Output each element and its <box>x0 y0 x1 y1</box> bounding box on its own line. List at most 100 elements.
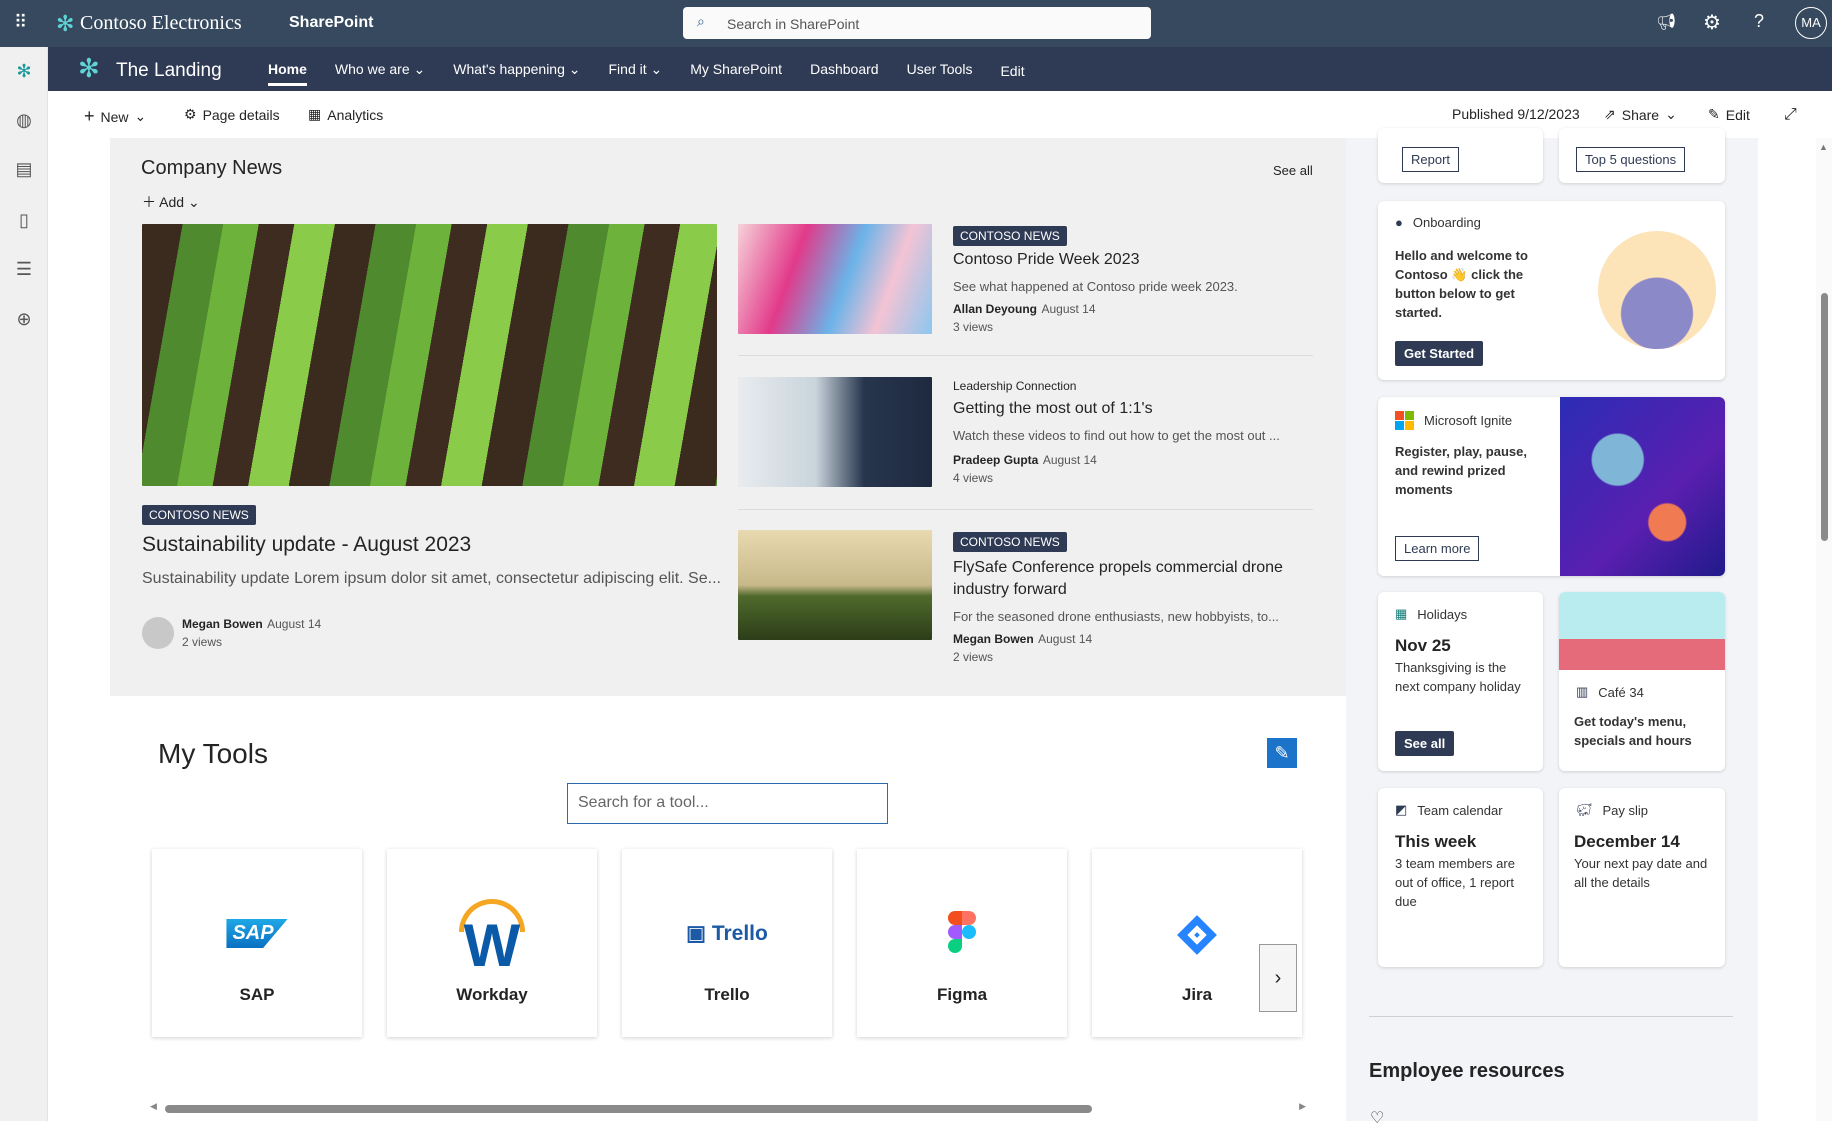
divider <box>738 355 1313 356</box>
news-views: 4 views <box>953 471 994 485</box>
tools-horizontal-scrollbar[interactable]: ◀ ▶ <box>150 1101 1306 1114</box>
pay-slip-card[interactable]: 🐖︎ Pay slip December 14 Your next pay dat… <box>1559 788 1725 967</box>
app-name[interactable]: SharePoint <box>289 14 373 32</box>
hero-news-image[interactable] <box>142 224 717 486</box>
site-logo-icon[interactable]: ✻ <box>12 59 36 83</box>
add-circle-icon[interactable]: ⊕ <box>12 307 36 331</box>
divider <box>1369 1016 1733 1017</box>
team-calendar-card[interactable]: ◩ Team calendar This week 3 team members … <box>1378 788 1543 967</box>
news-title[interactable]: FlySafe Conference propels commercial dr… <box>953 557 1323 601</box>
right-column: Report Top 5 questions ● Onboarding Hello… <box>1346 128 1758 1127</box>
onboarding-illustration <box>1598 231 1716 349</box>
app-launcher-icon[interactable]: ⠿ <box>14 12 27 33</box>
tool-card-figma[interactable]: Figma <box>857 849 1067 1037</box>
news-description: Sustainability update Lorem ipsum dolor … <box>142 570 721 587</box>
add-news-button[interactable]: ＋ Add ⌄ <box>142 192 200 212</box>
plus-icon: ＋ <box>142 194 156 210</box>
onboarding-card: ● Onboarding Hello and welcome to Contoso… <box>1378 201 1725 380</box>
page-scrollbar[interactable]: ▲ <box>1816 138 1832 1121</box>
edit-label: Edit <box>1725 106 1750 123</box>
list-icon[interactable]: ☰ <box>12 257 36 281</box>
author-name: Pradeep Gupta <box>953 453 1039 467</box>
news-thumbnail[interactable] <box>738 224 932 334</box>
news-thumbnail[interactable] <box>738 530 932 640</box>
edit-tools-button[interactable]: ✎ <box>1267 738 1297 768</box>
tools-next-button[interactable]: › <box>1259 944 1297 1012</box>
calendar-icon: ▦ <box>1395 606 1408 621</box>
news-date: August 14 <box>267 617 322 631</box>
nav-who-we-are[interactable]: Who we are ⌄ <box>335 61 425 86</box>
nav-dashboard[interactable]: Dashboard <box>810 61 879 86</box>
scrollbar-thumb[interactable] <box>165 1105 1092 1113</box>
globe-icon[interactable]: ◍ <box>12 108 36 132</box>
employee-resources-heading: Employee resources <box>1369 1060 1565 1082</box>
hero-news-item[interactable]: CONTOSO NEWS Sustainability update - Aug… <box>142 505 721 651</box>
tool-card-workday[interactable]: W Workday <box>387 849 597 1037</box>
site-logo-icon: ✻ <box>78 53 100 83</box>
chevron-down-icon: ⌄ <box>650 61 663 77</box>
news-title[interactable]: Sustainability update - August 2023 <box>142 533 721 557</box>
card-header: ▥ Café 34 <box>1576 684 1644 700</box>
megaphone-icon[interactable]: 📢︎ <box>1656 12 1676 32</box>
nav-home[interactable]: Home <box>268 61 307 86</box>
page-details-button[interactable]: ⚙ Page details <box>184 106 280 123</box>
help-icon[interactable]: ? <box>1754 11 1764 32</box>
card-body: Hello and welcome to Contoso 👋 click the… <box>1395 248 1528 320</box>
scroll-left-icon[interactable]: ◀ <box>150 1101 157 1112</box>
news-meta: Megan Bowen August 14 2 views <box>182 615 321 651</box>
see-all-holidays-button[interactable]: See all <box>1395 731 1455 756</box>
see-all-link[interactable]: See all <box>1273 163 1313 178</box>
tool-card-sap[interactable]: SAP SAP <box>152 849 362 1037</box>
card-header-label: Team calendar <box>1417 802 1503 818</box>
edit-button[interactable]: ✎ Edit <box>1708 106 1750 123</box>
news-thumbnail[interactable] <box>738 377 932 487</box>
nav-edit[interactable]: Edit <box>1000 61 1024 86</box>
nav-label: Find it <box>608 61 647 77</box>
card-header-label: Pay slip <box>1602 802 1649 818</box>
analytics-icon: ▦ <box>308 106 322 122</box>
chevron-down-icon: ⌄ <box>134 108 147 124</box>
share-button[interactable]: ⇗ Share ⌄ <box>1604 106 1677 123</box>
author-name: Allan Deyoung <box>953 302 1038 316</box>
my-tools-title: My Tools <box>158 738 268 769</box>
site-title[interactable]: The Landing <box>116 60 222 82</box>
get-started-button[interactable]: Get Started <box>1395 341 1484 366</box>
balloon-icon: ● <box>1395 215 1403 230</box>
card-header-label: Microsoft Ignite <box>1424 413 1513 428</box>
nav-my-sharepoint[interactable]: My SharePoint <box>690 61 782 86</box>
cafe-card[interactable]: ▥ Café 34 Get today's menu, specials and … <box>1559 592 1725 771</box>
card-header: ▦ Holidays <box>1395 606 1467 622</box>
top-5-questions-button[interactable]: Top 5 questions <box>1576 147 1686 172</box>
chevron-down-icon: ⌄ <box>1665 106 1677 122</box>
scrollbar-thumb[interactable] <box>1821 293 1828 541</box>
cafe-illustration <box>1559 592 1725 670</box>
scroll-up-icon[interactable]: ▲ <box>1819 142 1828 152</box>
analytics-button[interactable]: ▦ Analytics <box>308 106 383 123</box>
gear-icon[interactable]: ⚙ <box>1703 10 1721 35</box>
news-views: 3 views <box>953 320 994 334</box>
learn-more-button[interactable]: Learn more <box>1395 536 1480 561</box>
report-button[interactable]: Report <box>1402 147 1460 172</box>
section-title: Company News <box>141 157 283 179</box>
chevron-down-icon: ⌄ <box>568 61 581 77</box>
pencil-icon: ✎ <box>1708 106 1720 122</box>
expand-icon[interactable]: ⤢ <box>1784 106 1797 124</box>
card-header-label: Holidays <box>1417 606 1468 622</box>
file-icon[interactable]: ▯ <box>12 208 36 232</box>
scroll-right-icon[interactable]: ▶ <box>1299 1101 1306 1112</box>
nav-whats-happening[interactable]: What's happening ⌄ <box>453 61 580 86</box>
card-header: 🐖︎ Pay slip <box>1576 802 1648 818</box>
share-label: Share <box>1621 106 1660 123</box>
nav-find-it[interactable]: Find it ⌄ <box>609 61 663 86</box>
new-button[interactable]: + New ⌄ <box>84 106 146 127</box>
news-icon[interactable]: ▤ <box>12 157 36 181</box>
card-header: ◩ Team calendar <box>1395 802 1503 818</box>
news-badge: CONTOSO NEWS <box>142 505 256 525</box>
avatar[interactable]: MA <box>1795 7 1827 39</box>
trello-logo-icon: ▣ Trello <box>686 922 768 945</box>
search-box[interactable]: ⌕ Search in SharePoint <box>683 7 1151 39</box>
tool-search-input[interactable]: Search for a tool... <box>567 783 888 824</box>
tool-card-trello[interactable]: ▣ Trello Trello <box>622 849 832 1037</box>
nav-user-tools[interactable]: User Tools <box>907 61 973 86</box>
org-name[interactable]: Contoso Electronics <box>80 12 242 35</box>
